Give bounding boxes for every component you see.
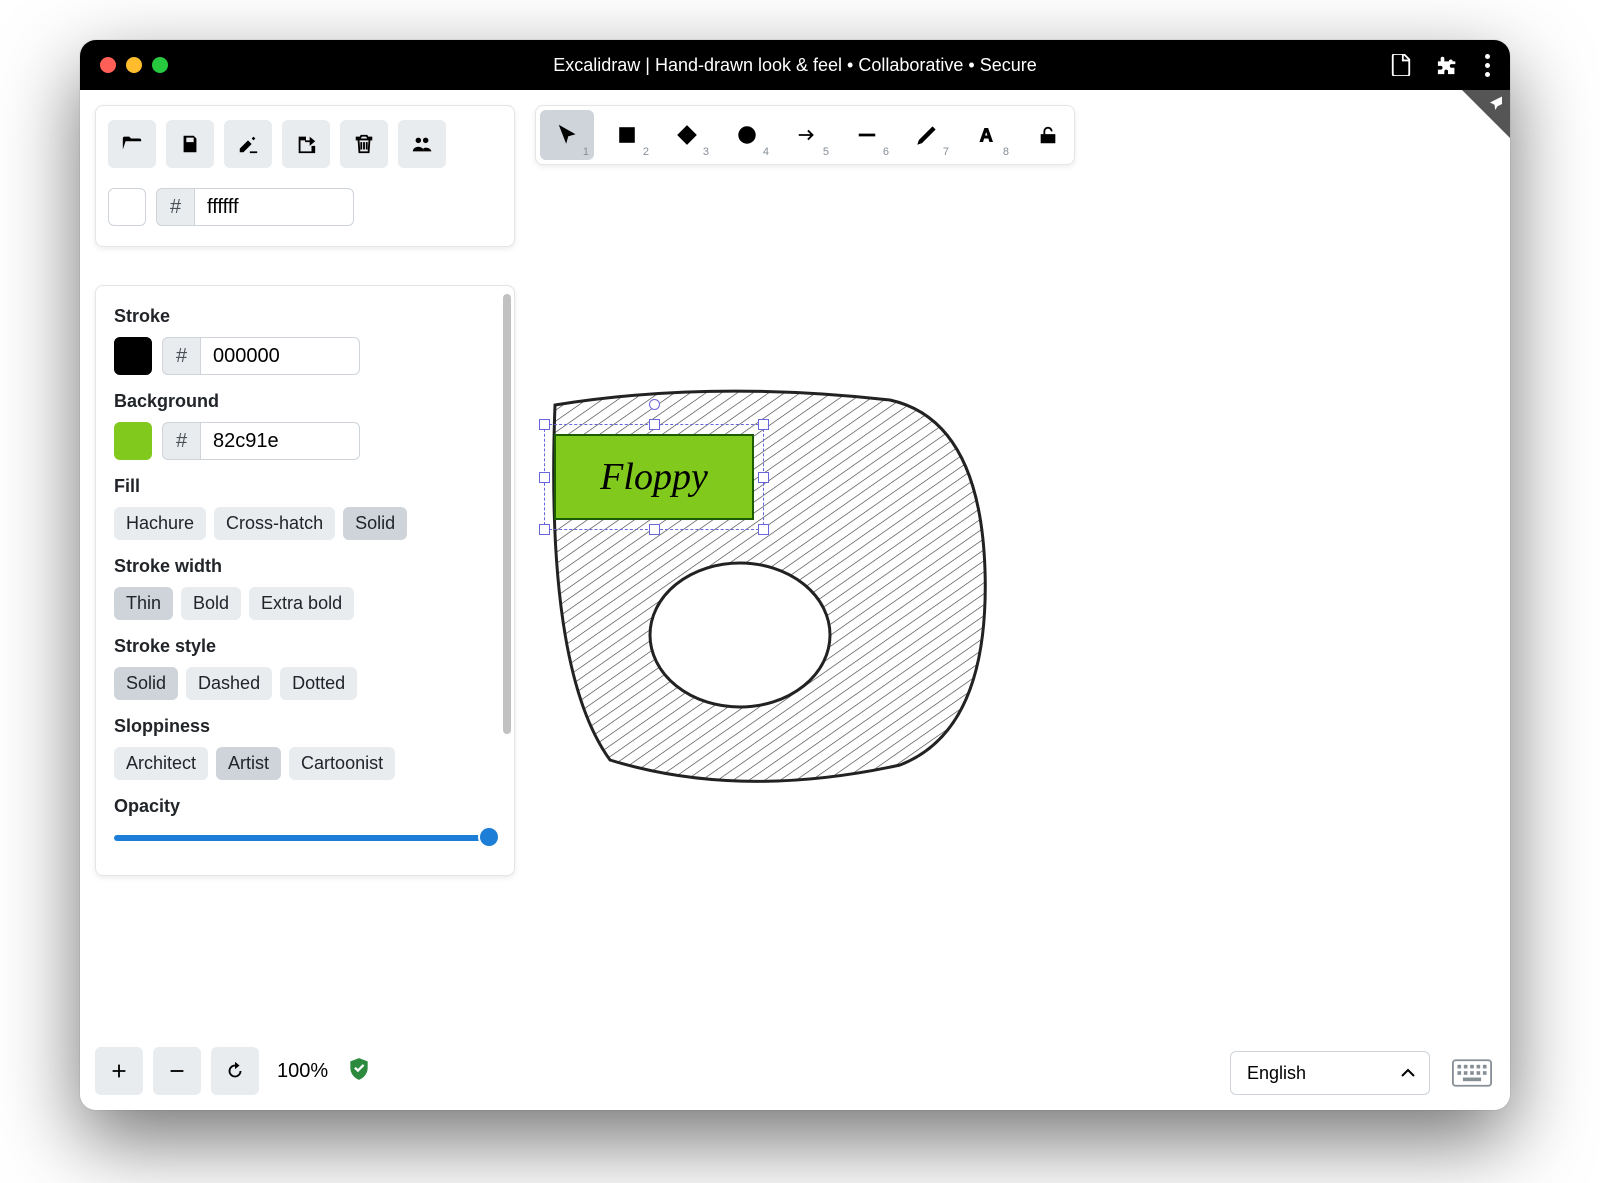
collaboration-button[interactable] xyxy=(398,120,446,168)
save-button[interactable] xyxy=(166,120,214,168)
selection-box[interactable] xyxy=(544,424,764,530)
close-window-icon[interactable] xyxy=(100,57,116,73)
resize-handle-ne[interactable] xyxy=(758,419,769,430)
slop-cartoonist[interactable]: Cartoonist xyxy=(289,747,395,780)
delete-button[interactable] xyxy=(340,120,388,168)
zoom-bar: 100% xyxy=(95,1047,372,1095)
file-panel: # xyxy=(95,105,515,247)
sloppiness-section: Sloppiness Architect Artist Cartoonist xyxy=(114,716,496,780)
stroke-width-label: Stroke width xyxy=(114,556,496,577)
hash-label: # xyxy=(162,422,200,460)
rotate-handle[interactable] xyxy=(649,399,660,410)
window-title: Excalidraw | Hand-drawn look & feel • Co… xyxy=(80,55,1510,76)
background-input[interactable] xyxy=(200,422,360,460)
resize-handle-sw[interactable] xyxy=(539,524,550,535)
opacity-slider[interactable] xyxy=(114,827,496,847)
tool-rectangle[interactable]: 2 xyxy=(600,110,654,160)
titlebar-right xyxy=(1391,54,1490,77)
resize-handle-s[interactable] xyxy=(649,524,660,535)
zoom-in-button[interactable] xyxy=(95,1047,143,1095)
canvas-bg-input[interactable] xyxy=(194,188,354,226)
window-controls xyxy=(100,57,168,73)
tool-arrow[interactable]: 5 xyxy=(780,110,834,160)
lock-tool-button[interactable] xyxy=(1026,110,1070,160)
sw-thin[interactable]: Thin xyxy=(114,587,173,620)
resize-handle-e[interactable] xyxy=(758,472,769,483)
stroke-width-section: Stroke width Thin Bold Extra bold xyxy=(114,556,496,620)
stroke-input[interactable] xyxy=(200,337,360,375)
stroke-style-section: Stroke style Solid Dashed Dotted xyxy=(114,636,496,700)
fill-crosshatch[interactable]: Cross-hatch xyxy=(214,507,335,540)
ss-dotted[interactable]: Dotted xyxy=(280,667,357,700)
app-window: Excalidraw | Hand-drawn look & feel • Co… xyxy=(80,40,1510,1110)
ss-solid[interactable]: Solid xyxy=(114,667,178,700)
fill-hachure[interactable]: Hachure xyxy=(114,507,206,540)
tool-text[interactable]: A8 xyxy=(960,110,1014,160)
hash-label: # xyxy=(162,337,200,375)
open-button[interactable] xyxy=(108,120,156,168)
sloppiness-label: Sloppiness xyxy=(114,716,496,737)
fill-section: Fill Hachure Cross-hatch Solid xyxy=(114,476,496,540)
zoom-reset-button[interactable] xyxy=(211,1047,259,1095)
tool-selection[interactable]: 1 xyxy=(540,110,594,160)
language-selector[interactable]: English xyxy=(1230,1051,1430,1095)
minimize-window-icon[interactable] xyxy=(126,57,142,73)
keyboard-shortcuts-icon[interactable] xyxy=(1452,1059,1492,1092)
file-actions-row xyxy=(108,120,502,168)
save-as-button[interactable] xyxy=(224,120,272,168)
background-label: Background xyxy=(114,391,496,412)
stroke-swatch[interactable] xyxy=(114,337,152,375)
stroke-section: Stroke # xyxy=(114,306,496,375)
tool-draw[interactable]: 7 xyxy=(900,110,954,160)
svg-text:A: A xyxy=(980,124,993,145)
ss-dashed[interactable]: Dashed xyxy=(186,667,272,700)
maximize-window-icon[interactable] xyxy=(152,57,168,73)
canvas-bg-swatch[interactable] xyxy=(108,188,146,226)
encrypted-icon xyxy=(346,1056,372,1087)
zoom-out-button[interactable] xyxy=(153,1047,201,1095)
resize-handle-nw[interactable] xyxy=(539,419,550,430)
zoom-level: 100% xyxy=(269,1060,336,1083)
sw-bold[interactable]: Bold xyxy=(181,587,241,620)
app-body: # 1 2 3 4 5 6 7 A8 Stroke # xyxy=(80,90,1510,1110)
tool-toolbar: 1 2 3 4 5 6 7 A8 xyxy=(535,105,1075,165)
more-menu-icon[interactable] xyxy=(1485,54,1490,77)
background-swatch[interactable] xyxy=(114,422,152,460)
tool-ellipse[interactable]: 4 xyxy=(720,110,774,160)
language-select[interactable]: English xyxy=(1230,1051,1430,1095)
slop-architect[interactable]: Architect xyxy=(114,747,208,780)
floppy-shape[interactable] xyxy=(460,290,1100,850)
opacity-section: Opacity xyxy=(114,796,496,847)
tool-diamond[interactable]: 3 xyxy=(660,110,714,160)
opacity-label: Opacity xyxy=(114,796,496,817)
github-corner[interactable] xyxy=(1462,90,1510,138)
fill-solid[interactable]: Solid xyxy=(343,507,407,540)
fill-label: Fill xyxy=(114,476,496,497)
hash-label: # xyxy=(156,188,194,226)
properties-panel: Stroke # Background # Fill Hachure xyxy=(95,285,515,876)
canvas-bg-row: # xyxy=(108,188,502,226)
resize-handle-w[interactable] xyxy=(539,472,550,483)
canvas-drawing[interactable]: Floppy xyxy=(460,290,1100,850)
export-button[interactable] xyxy=(282,120,330,168)
tool-line[interactable]: 6 xyxy=(840,110,894,160)
background-section: Background # xyxy=(114,391,496,460)
slop-artist[interactable]: Artist xyxy=(216,747,281,780)
titlebar: Excalidraw | Hand-drawn look & feel • Co… xyxy=(80,40,1510,90)
sw-extrabold[interactable]: Extra bold xyxy=(249,587,354,620)
resize-handle-n[interactable] xyxy=(649,419,660,430)
extension-icon[interactable] xyxy=(1437,54,1459,76)
page-icon[interactable] xyxy=(1391,54,1411,76)
stroke-style-label: Stroke style xyxy=(114,636,496,657)
stroke-label: Stroke xyxy=(114,306,496,327)
resize-handle-se[interactable] xyxy=(758,524,769,535)
